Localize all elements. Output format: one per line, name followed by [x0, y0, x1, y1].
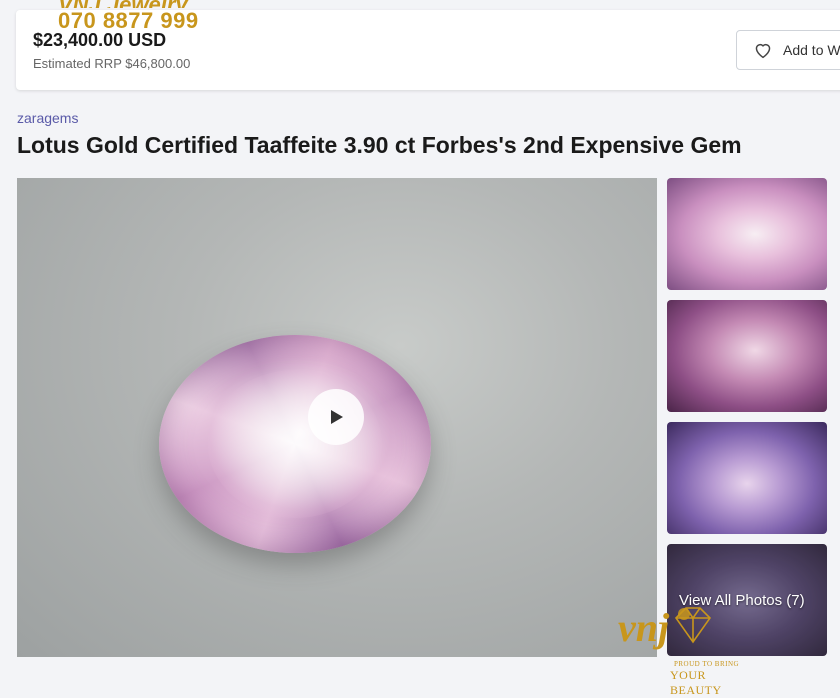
vnj-logo-watermark: vnj PROUD TO BRING YOUR BEAUTY: [618, 602, 750, 697]
diamond-icon: [674, 607, 712, 644]
play-icon: [331, 410, 343, 424]
watermark-brand: VNJ Jewelry: [58, 0, 199, 8]
thumbnail-3[interactable]: [667, 422, 827, 534]
add-to-watchlist-label: Add to W: [783, 42, 840, 58]
thumbnail-1[interactable]: [667, 178, 827, 290]
play-video-button[interactable]: [308, 389, 364, 445]
heart-icon: [755, 43, 771, 59]
listing-title: Lotus Gold Certified Taaffeite 3.90 ct F…: [17, 132, 742, 158]
logo-tagline-1: PROUD TO BRING: [674, 660, 740, 668]
logo-mark: vnj: [618, 605, 670, 650]
watermark-phone: 070 8877 999: [58, 8, 199, 33]
logo-tagline-2: YOUR BEAUTY: [670, 668, 722, 697]
main-gem-image[interactable]: [17, 178, 657, 657]
gem-image: [159, 335, 431, 553]
seller-link[interactable]: zaragems: [17, 110, 78, 126]
estimated-rrp: Estimated RRP $46,800.00: [33, 56, 191, 71]
watermark-top: VNJ Jewelry 070 8877 999: [58, 0, 199, 34]
thumbnail-2[interactable]: [667, 300, 827, 412]
add-to-watchlist-button[interactable]: Add to W: [736, 30, 840, 70]
